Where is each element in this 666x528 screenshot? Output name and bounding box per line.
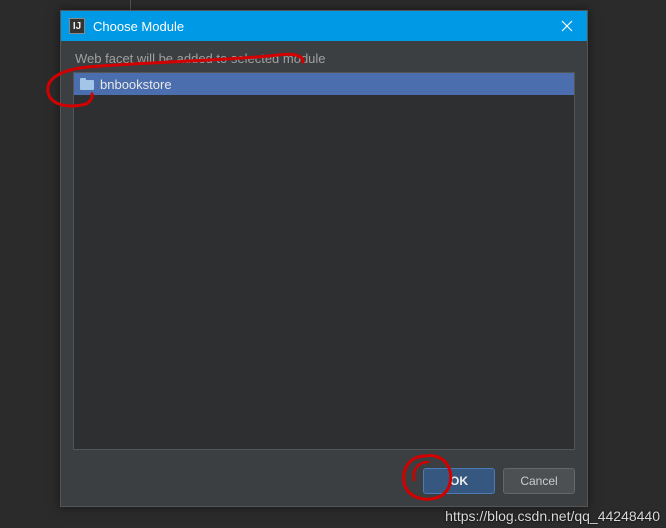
module-item-label: bnbookstore [100,77,172,92]
close-icon [561,20,573,32]
ok-button[interactable]: OK [423,468,495,494]
dialog-message: Web facet will be added to selected modu… [73,51,575,66]
choose-module-dialog: IJ Choose Module Web facet will be added… [60,10,588,507]
dialog-body: Web facet will be added to selected modu… [61,41,587,458]
bg-divider [130,0,131,10]
dialog-footer: OK Cancel [61,458,587,506]
module-list[interactable]: bnbookstore [73,72,575,450]
watermark: https://blog.csdn.net/qq_44248440 [445,508,660,524]
intellij-icon: IJ [69,18,85,34]
dialog-titlebar[interactable]: IJ Choose Module [61,11,587,41]
dialog-title: Choose Module [93,19,547,34]
module-item[interactable]: bnbookstore [74,73,574,95]
cancel-button[interactable]: Cancel [503,468,575,494]
module-folder-icon [80,78,94,90]
close-button[interactable] [547,11,587,41]
